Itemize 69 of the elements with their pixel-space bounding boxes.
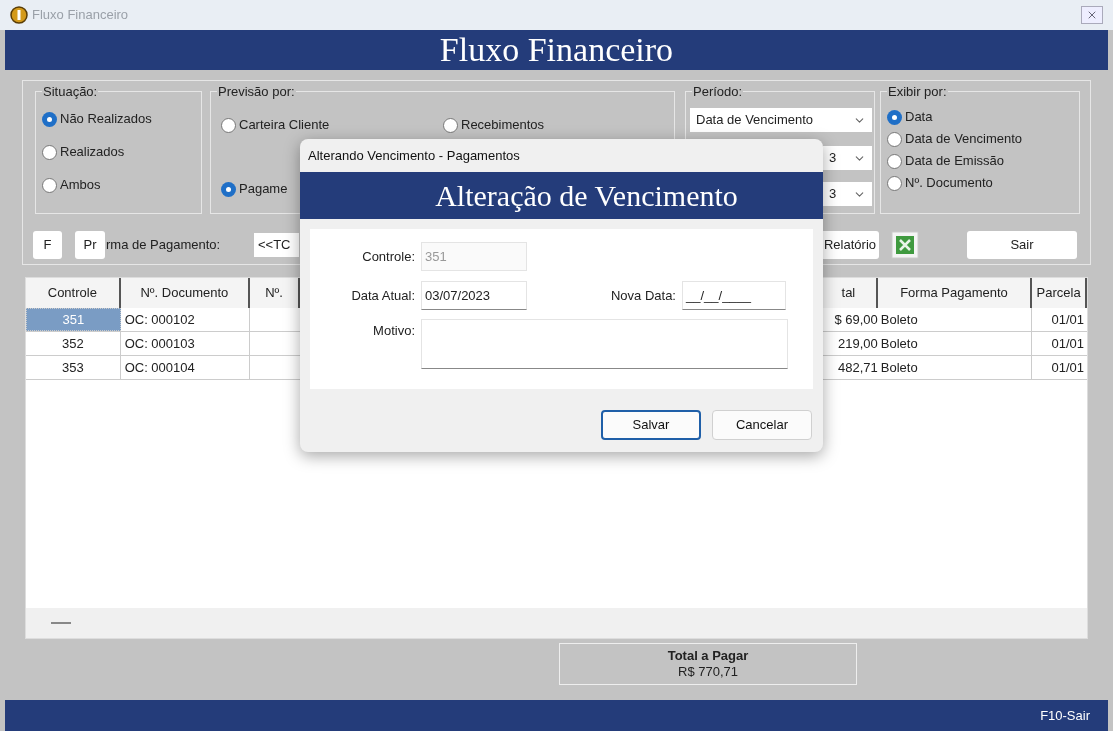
report-button[interactable]: Relatório [822, 231, 879, 259]
field-label: Controle: [361, 247, 416, 266]
radio-label: Ambos [60, 176, 101, 195]
column-header[interactable]: Nº. Documento [120, 278, 251, 308]
radio-label: Nº. Documento [905, 174, 993, 193]
table-cell: OC: 000103 [120, 332, 251, 355]
table-cell-text: 01/01 [1050, 310, 1085, 329]
radio-button[interactable] [887, 109, 902, 125]
radio-button[interactable] [42, 177, 57, 193]
header-banner: Fluxo Financeiro [5, 30, 1108, 70]
table-cell[interactable]: 352 [26, 332, 121, 355]
radio-button[interactable] [42, 144, 57, 160]
spreadsheet-icon[interactable] [891, 231, 919, 259]
dropdown[interactable]: 3 [823, 182, 872, 206]
radio-button[interactable] [42, 111, 57, 127]
total-label: Total a Pagar [667, 647, 749, 664]
column-header[interactable]: Nº. [250, 278, 300, 308]
total-value: R$ 770,71 [678, 664, 738, 681]
input-field[interactable]: 03/07/2023 [421, 281, 527, 310]
table-cell: Boleto [877, 356, 1033, 379]
column-header[interactable]: Parcela [1032, 278, 1087, 308]
table-cell-text: $ 69,00 [833, 310, 878, 329]
column-header[interactable]: tal [821, 278, 878, 308]
table-cell: Boleto [877, 308, 1033, 331]
radio-label: Recebimentos [461, 116, 545, 135]
radio-button[interactable] [443, 117, 458, 133]
table-cell-text: 482,71 [837, 358, 878, 377]
radio-button[interactable] [887, 131, 902, 147]
table-cell-text: 01/01 [1050, 358, 1085, 377]
table-cell-text: 219,00 [837, 334, 878, 353]
radio-button[interactable] [221, 117, 236, 133]
column-header[interactable]: Forma Pagamento [877, 278, 1033, 308]
radio-button[interactable] [887, 175, 902, 191]
minus-icon [51, 622, 71, 624]
dialog-title: Alterando Vencimento - Pagamentos [308, 146, 520, 165]
field-label: Motivo: [372, 322, 416, 340]
radio-button[interactable] [887, 153, 902, 169]
input-field[interactable]: __/__/____ [682, 281, 786, 310]
table-cell: Boleto [877, 332, 1033, 355]
dropdown[interactable]: 3 [823, 146, 872, 170]
radio-label: Data de Vencimento [905, 130, 1023, 149]
radio-label: Data [905, 108, 933, 127]
dropdown[interactable]: Data de Vencimento [690, 108, 872, 132]
dialog-button[interactable]: Cancelar [712, 410, 812, 440]
table-cell: OC: 000102 [120, 308, 251, 331]
table-cell-text: 01/01 [1050, 334, 1085, 353]
radio-label: Realizados [60, 143, 125, 162]
close-button[interactable] [1081, 6, 1103, 24]
payment-dropdown[interactable]: <<TC [254, 233, 299, 257]
filter-button[interactable]: Pr [75, 231, 105, 259]
radio-label: Carteira Cliente [239, 116, 330, 135]
table-cell[interactable]: 353 [26, 356, 121, 379]
app-logo-icon [10, 6, 28, 24]
exit-button[interactable]: Sair [967, 231, 1077, 259]
field-label: Data Atual: [350, 286, 416, 305]
dialog-button[interactable]: Salvar [601, 410, 701, 440]
close-icon [1086, 9, 1098, 21]
table-cell: OC: 000104 [120, 356, 251, 379]
status-bar: F10-Sair [5, 700, 1108, 731]
window-title: Fluxo Financeiro [32, 6, 129, 25]
dialog-banner: Alteração de Vencimento [300, 172, 823, 219]
radio-label: Não Realizados [60, 110, 152, 129]
radio-label: Data de Emissão [905, 152, 1004, 171]
column-header[interactable]: Controle [26, 278, 121, 308]
radio-button[interactable] [221, 181, 236, 197]
payment-label: rma de Pagamento: [106, 236, 222, 255]
filter-button[interactable]: F [33, 231, 62, 259]
field-label: Nova Data: [609, 286, 677, 305]
radio-label: Pagame [239, 180, 288, 199]
